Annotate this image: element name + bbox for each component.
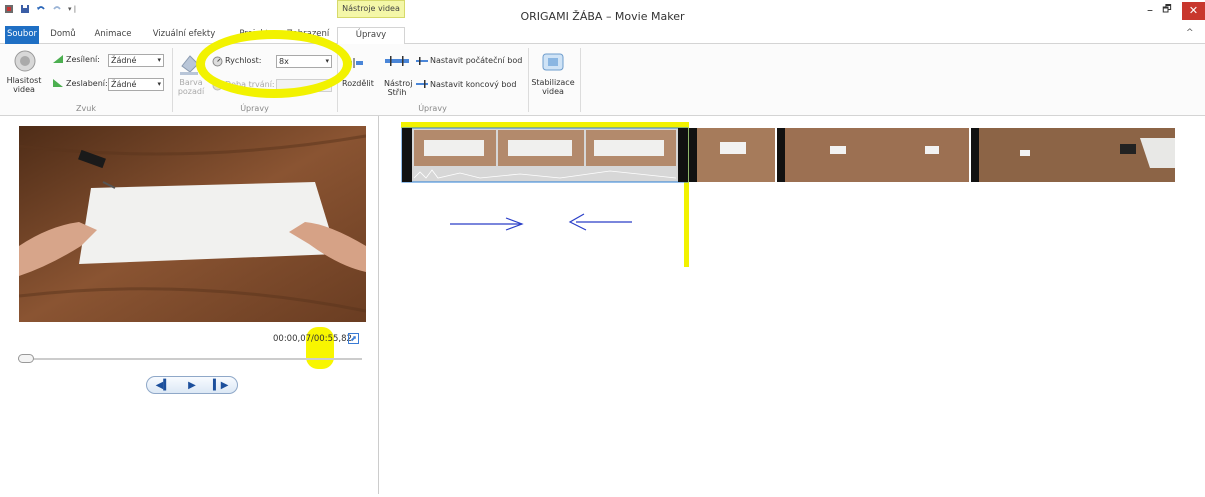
video-clip-1[interactable] bbox=[401, 127, 689, 183]
playback-controls: ◀▍ ▶ ▍▶ bbox=[146, 376, 238, 394]
stabilize-video-icon[interactable] bbox=[540, 50, 566, 74]
preview-image bbox=[19, 126, 366, 322]
previous-frame-icon[interactable]: ◀▍ bbox=[156, 380, 171, 391]
seek-thumb[interactable] bbox=[18, 354, 34, 363]
separator bbox=[528, 48, 529, 112]
fade-out-select[interactable]: Žádné ▾ bbox=[108, 78, 164, 91]
play-icon[interactable]: ▶ bbox=[188, 380, 196, 391]
clip-highlight-top bbox=[401, 122, 689, 128]
fade-out-icon bbox=[53, 79, 63, 87]
fade-in-value: Žádné bbox=[111, 56, 137, 65]
set-start-point-label[interactable]: Nastavit počáteční bod bbox=[430, 56, 522, 65]
fade-out-label: Zeslabení: bbox=[66, 79, 108, 88]
video-clip-4[interactable] bbox=[971, 128, 1175, 182]
tab-animace[interactable]: Animace bbox=[90, 27, 136, 43]
time-readout: 00:00,07/00:55,82 bbox=[273, 334, 352, 344]
fade-in-label: Zesílení: bbox=[66, 55, 100, 64]
group-label-adjust: Úpravy bbox=[240, 104, 269, 113]
storyboard-timeline bbox=[380, 116, 1205, 494]
next-frame-icon[interactable]: ▍▶ bbox=[213, 380, 228, 391]
tab-soubor[interactable]: Soubor bbox=[5, 26, 39, 44]
total-time: 00:55,82 bbox=[313, 334, 352, 344]
expand-icon: ⬈ bbox=[350, 334, 357, 343]
split-label[interactable]: Rozdělit bbox=[342, 79, 374, 88]
ribbon: Hlasitost videa Zesílení: Žádné ▾ Zeslabe… bbox=[0, 44, 1205, 116]
set-end-point-label[interactable]: Nastavit koncový bod bbox=[430, 80, 516, 89]
group-label-edit: Úpravy bbox=[418, 104, 447, 113]
ribbon-collapse-icon[interactable]: ^ bbox=[1186, 28, 1194, 38]
group-label-sound: Zvuk bbox=[76, 104, 96, 113]
stabilize-video-label[interactable]: Stabilizace videa bbox=[530, 78, 576, 96]
set-start-point-icon[interactable] bbox=[416, 57, 428, 65]
chevron-down-icon: ▾ bbox=[157, 80, 161, 88]
tab-upravy[interactable]: Úpravy bbox=[337, 27, 405, 45]
video-clip-2[interactable] bbox=[689, 128, 775, 182]
separator bbox=[172, 48, 173, 112]
preview-pane: 00:00,07/00:55,82 ⬈ ◀▍ ▶ ▍▶ bbox=[0, 116, 379, 494]
restore-button[interactable]: 🗗 bbox=[1160, 5, 1174, 17]
video-volume-label[interactable]: Hlasitost videa bbox=[6, 76, 42, 94]
tab-vizualni-efekty[interactable]: Vizuální efekty bbox=[144, 27, 224, 43]
fade-in-select[interactable]: Žádné ▾ bbox=[108, 54, 164, 67]
fullscreen-button[interactable]: ⬈ bbox=[348, 333, 359, 344]
ribbon-tabs: Soubor Domů Animace Vizuální efekty Proj… bbox=[0, 24, 1205, 45]
separator bbox=[580, 48, 581, 112]
video-preview[interactable] bbox=[19, 126, 366, 322]
video-clip-3[interactable] bbox=[777, 128, 969, 182]
close-button[interactable]: ✕ bbox=[1182, 2, 1205, 20]
fade-in-icon bbox=[53, 55, 63, 63]
highlight-ellipse-annotation bbox=[196, 30, 352, 98]
timeline-canvas bbox=[401, 122, 1175, 267]
window-title: ORIGAMI ŽÁBA – Movie Maker bbox=[520, 10, 685, 23]
minimize-button[interactable]: – bbox=[1143, 4, 1157, 17]
tab-domu[interactable]: Domů bbox=[48, 27, 78, 43]
trim-tool-icon[interactable] bbox=[384, 56, 410, 66]
current-time: 00:00,07 bbox=[273, 334, 312, 344]
background-color-label[interactable]: Barva pozadí bbox=[176, 78, 206, 96]
fade-out-value: Žádné bbox=[111, 80, 137, 89]
trim-tool-label[interactable]: Nástroj Střih bbox=[384, 79, 412, 97]
chevron-down-icon: ▾ bbox=[157, 56, 161, 64]
seek-bar[interactable] bbox=[18, 358, 362, 360]
title-bar: ▾ | Nástroje videa ORIGAMI ŽÁBA – Movie … bbox=[0, 0, 1205, 24]
set-end-point-icon[interactable] bbox=[416, 80, 428, 88]
speaker-icon[interactable] bbox=[14, 50, 36, 72]
